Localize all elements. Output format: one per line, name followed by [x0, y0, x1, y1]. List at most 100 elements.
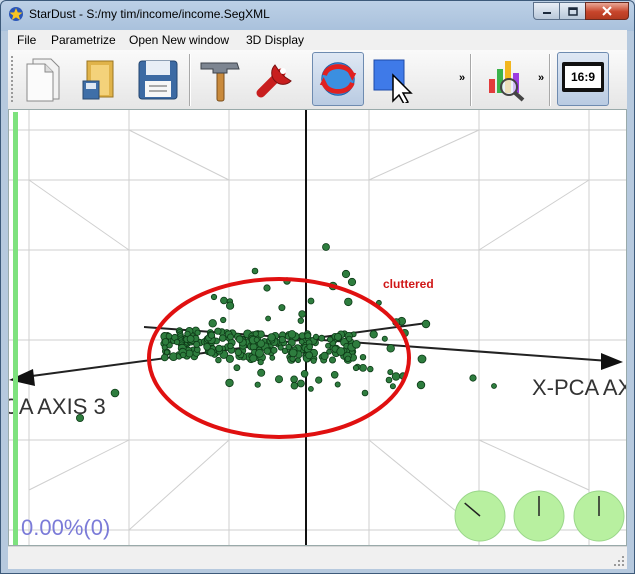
- data-point: [333, 332, 342, 341]
- open-folder-button[interactable]: [74, 52, 126, 106]
- select-cursor-icon: [373, 59, 413, 103]
- data-point: [352, 364, 360, 372]
- data-point: [351, 340, 361, 349]
- data-point: [163, 349, 170, 356]
- data-point: [381, 335, 388, 342]
- stardust-app-icon: [9, 7, 23, 21]
- data-point: [186, 334, 195, 343]
- data-point: [226, 301, 235, 310]
- data-point: [251, 267, 259, 275]
- data-point: [385, 376, 393, 384]
- data-point: [207, 331, 216, 339]
- app-window: StarDust - S:/my tim/income/income.SegXM…: [0, 0, 635, 574]
- maximize-button[interactable]: [559, 2, 586, 20]
- resize-grip-icon[interactable]: [613, 555, 625, 567]
- new-document-button[interactable]: [18, 52, 70, 106]
- orientation-dials: [454, 490, 625, 542]
- data-point: [330, 370, 339, 379]
- toolbar-overflow-chevron-1[interactable]: »: [459, 72, 465, 84]
- data-point: [110, 388, 120, 398]
- menu-3d-display[interactable]: 3D Display: [246, 33, 304, 47]
- close-button[interactable]: [585, 2, 629, 20]
- grid-lines: [9, 110, 626, 545]
- data-point: [257, 368, 266, 377]
- data-point: [257, 359, 264, 366]
- open-folder-icon: [82, 60, 114, 100]
- settings-wrench-button[interactable]: [250, 52, 302, 106]
- maximize-icon: [567, 6, 578, 16]
- data-point: [270, 346, 278, 354]
- data-point: [220, 296, 228, 305]
- aspect-ratio-button[interactable]: 16:9: [557, 52, 609, 106]
- data-point: [263, 284, 271, 292]
- hammer-icon: [200, 62, 240, 102]
- minimize-button[interactable]: [533, 2, 560, 20]
- x-axis-label: X-PCA AX: [532, 375, 626, 400]
- toolbar: » » 16:9: [8, 50, 627, 110]
- data-point: [334, 381, 341, 388]
- rotate-arrows-icon: [319, 62, 357, 96]
- data-point: [391, 372, 401, 381]
- minimize-icon: [542, 12, 551, 14]
- data-point: [306, 343, 314, 351]
- data-point: [326, 336, 334, 343]
- data-point: [389, 383, 396, 390]
- data-point: [347, 277, 357, 287]
- window-title: StarDust - S:/my tim/income/income.SegXM…: [29, 7, 270, 21]
- data-points: [76, 243, 497, 422]
- data-point: [300, 369, 309, 378]
- data-point: [416, 380, 426, 390]
- aspect-ratio-label: 16:9: [565, 66, 601, 88]
- toolbar-overflow-chevron-2[interactable]: »: [538, 72, 544, 84]
- progress-percent-label: 0.00%(0): [21, 515, 111, 540]
- dial-3-icon[interactable]: [573, 490, 625, 542]
- data-point: [305, 351, 314, 360]
- data-point: [307, 385, 314, 392]
- data-point: [359, 353, 367, 361]
- wrench-icon: [256, 64, 292, 98]
- title-bar[interactable]: StarDust - S:/my tim/income/income.SegXM…: [1, 1, 634, 30]
- data-point: [369, 330, 378, 339]
- data-point: [253, 336, 260, 343]
- data-point: [315, 376, 323, 384]
- rotate-view-button[interactable]: [312, 52, 364, 106]
- select-pointer-button[interactable]: [368, 52, 420, 106]
- data-point: [298, 338, 305, 345]
- data-point: [341, 269, 351, 279]
- data-point: [417, 354, 427, 364]
- data-point: [233, 364, 241, 372]
- pca-3d-scatter[interactable]: cluttered X-PCA AX CA AXIS 3: [9, 110, 626, 545]
- data-point: [208, 319, 217, 328]
- menu-file[interactable]: File: [17, 33, 36, 47]
- data-point: [310, 357, 317, 364]
- data-point: [304, 332, 312, 340]
- x-axis-arrowhead: [601, 353, 623, 370]
- dial-2-icon[interactable]: [513, 490, 565, 542]
- data-point: [318, 334, 326, 342]
- chart-magnifier-icon: [489, 61, 525, 102]
- data-point: [161, 338, 170, 346]
- data-point: [307, 297, 315, 305]
- menu-open-new-window[interactable]: Open New window: [129, 33, 229, 47]
- data-point: [278, 304, 286, 312]
- visualization-button[interactable]: [480, 52, 532, 106]
- data-point: [336, 347, 346, 356]
- 3d-plot-canvas[interactable]: cluttered X-PCA AX CA AXIS 3 0.00%(0): [8, 109, 627, 546]
- data-point: [288, 348, 298, 358]
- data-point: [344, 297, 353, 307]
- data-point: [346, 335, 353, 342]
- data-point: [296, 379, 305, 388]
- toolbar-separator: [549, 54, 550, 106]
- dial-1-icon[interactable]: [454, 490, 506, 542]
- save-button[interactable]: [132, 52, 184, 106]
- toolbar-grip[interactable]: [11, 56, 13, 104]
- data-point: [274, 375, 283, 384]
- toolbar-separator: [470, 54, 471, 106]
- new-document-icon: [26, 58, 60, 102]
- data-point: [225, 378, 234, 388]
- build-hammer-button[interactable]: [194, 52, 246, 106]
- data-point: [249, 354, 258, 363]
- data-point: [215, 344, 223, 353]
- menu-parametrize[interactable]: Parametrize: [51, 33, 116, 47]
- menu-bar: File Parametrize Open New window 3D Disp…: [8, 30, 627, 51]
